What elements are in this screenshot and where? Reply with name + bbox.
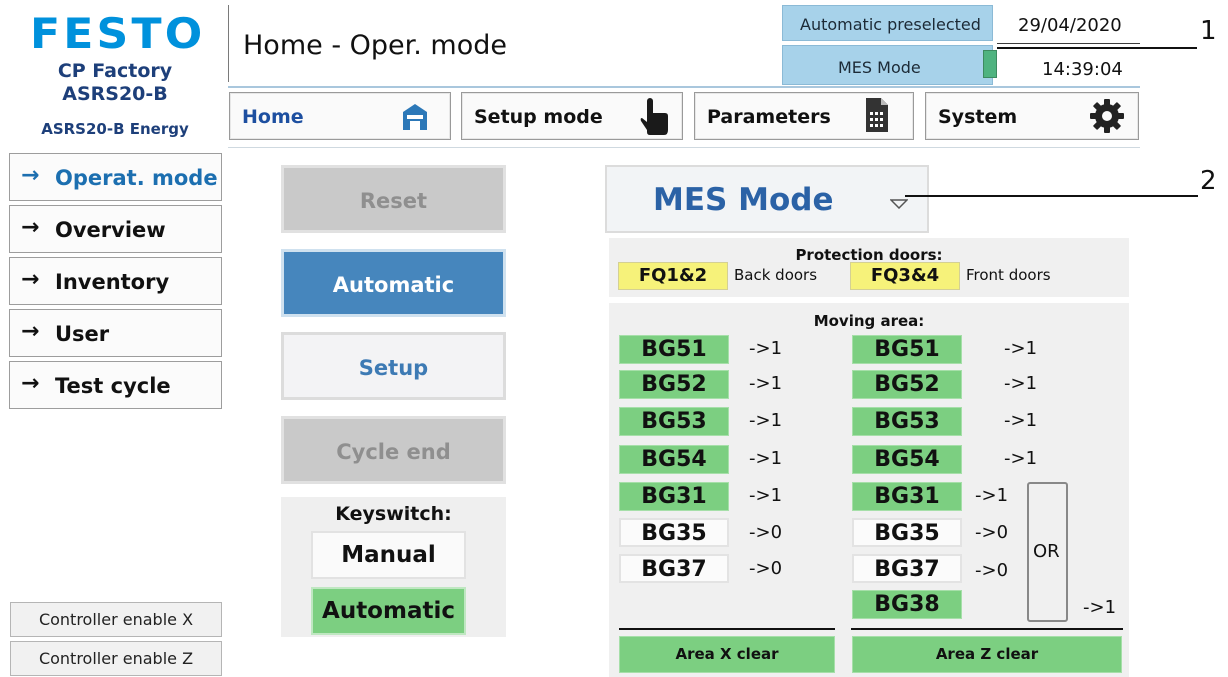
gear-icon [1090,99,1124,133]
nav-parameters-button[interactable]: Parameters [694,92,914,140]
sensor-z-bg54: BG54 [852,445,962,474]
sensor-x-bg53: BG53 [619,407,729,436]
sidebar-item-label: User [55,322,110,346]
station-line-1: CP Factory [57,60,173,82]
controller-enable-z-button[interactable]: Controller enable Z [10,641,222,676]
arrow-right-icon: → [21,319,40,344]
sidebar-item-label: Operat. mode [55,166,218,190]
reset-button[interactable]: Reset [281,165,506,233]
arrow-right-icon: → [21,371,40,396]
sensor-x-bg31: BG31 [619,482,729,511]
callout-number-1: 1 [1200,16,1217,46]
area-z-divider [851,628,1123,630]
door-fq34-indicator: FQ3&4 [850,262,960,290]
controller-enable-x-button[interactable]: Controller enable X [10,602,222,637]
nav-system-label: System [938,106,1018,128]
status-mes-mode: MES Mode [838,58,921,77]
callout-line-1 [997,47,1197,49]
door-fq12-indicator: FQ1&2 [618,262,728,290]
document-calculator-icon [866,98,888,132]
sensor-x-bg37-value: ->0 [749,558,783,579]
sidebar-item-test-cycle[interactable]: → Test cycle [9,361,222,409]
sensor-x-bg54-value: ->1 [749,448,783,469]
setup-button[interactable]: Setup [281,332,506,400]
sidebar-item-label: Inventory [55,270,170,294]
arrow-right-icon: → [21,215,40,240]
time-display: 14:39:04 [1042,59,1123,80]
sensor-x-bg35-value: ->0 [749,522,783,543]
or-label: OR [1033,541,1060,562]
keyswitch-title: Keyswitch: [335,503,452,525]
sensor-x-bg52: BG52 [619,370,729,399]
chevron-down-icon [890,199,908,209]
festo-logo: FESTO [30,9,206,58]
keyswitch-automatic: Automatic [311,587,466,635]
automatic-button[interactable]: Automatic [281,249,506,317]
nav-parameters-label: Parameters [707,106,831,128]
sensor-x-bg37: BG37 [619,554,729,583]
sensor-x-bg53-value: ->1 [749,410,783,431]
area-z-clear-indicator: Area Z clear [852,636,1122,673]
arrow-right-icon: → [21,163,40,188]
nav-setup-label: Setup mode [474,106,603,128]
back-doors-label: Back doors [734,266,818,284]
sidebar-item-label: Test cycle [55,374,171,398]
arrow-right-icon: → [21,267,40,292]
operation-mode-dropdown[interactable]: MES Mode [605,165,929,233]
sensor-z-bg31-value: ->1 [975,485,1009,506]
nav-home-label: Home [242,106,304,128]
area-x-divider [619,628,835,630]
sensor-x-bg51-value: ->1 [749,338,783,359]
header-separator [228,86,1140,88]
station-line-2: ASRS20-B [62,83,168,105]
sidebar-item-overview[interactable]: → Overview [9,205,222,253]
nav-home-button[interactable]: Home [229,92,451,140]
nav-separator [228,147,1140,148]
sensor-x-bg52-value: ->1 [749,373,783,394]
front-doors-label: Front doors [966,266,1051,284]
sensor-z-bg54-value: ->1 [1004,448,1038,469]
sidebar-item-operat-mode[interactable]: → Operat. mode [9,153,222,201]
nav-system-button[interactable]: System [925,92,1139,140]
or-group-value: ->1 [1083,597,1117,618]
cycle-end-button[interactable]: Cycle end [281,416,506,484]
sensor-x-bg51: BG51 [619,335,729,364]
sensor-x-bg31-value: ->1 [749,485,783,506]
dropdown-selected-value: MES Mode [653,182,834,218]
sensor-z-bg31: BG31 [852,482,962,511]
sensor-z-bg35-value: ->0 [975,522,1009,543]
page-title: Home - Oper. mode [243,30,508,61]
sensor-z-bg37-value: ->0 [975,560,1009,581]
sensor-z-bg51: BG51 [852,335,962,364]
station-line-3: ASRS20-B Energy [41,120,189,138]
mes-mode-indicator [983,50,997,78]
hand-pointer-icon [640,98,668,135]
sensor-z-bg38: BG38 [852,590,962,619]
sensor-z-bg52-value: ->1 [1004,373,1038,394]
keyswitch-manual: Manual [311,531,466,579]
area-x-clear-indicator: Area X clear [619,636,835,673]
home-icon [403,104,427,130]
callout-number-2: 2 [1200,166,1217,196]
moving-area-title: Moving area: [813,312,925,330]
sensor-z-bg51-value: ->1 [1004,338,1038,359]
sidebar-item-label: Overview [55,218,166,242]
sensor-z-bg52: BG52 [852,370,962,399]
sensor-z-bg53-value: ->1 [1004,410,1038,431]
sensor-x-bg54: BG54 [619,445,729,474]
sensor-x-bg35: BG35 [619,518,729,547]
date-divider [997,43,1140,44]
status-automatic-preselected: Automatic preselected [800,15,981,34]
nav-setup-mode-button[interactable]: Setup mode [461,92,683,140]
sensor-z-bg35: BG35 [852,518,962,547]
date-display: 29/04/2020 [1018,15,1122,36]
sidebar-item-inventory[interactable]: → Inventory [9,257,222,305]
callout-line-2 [905,195,1198,197]
sidebar-item-user[interactable]: → User [9,309,222,357]
sensor-z-bg53: BG53 [852,407,962,436]
header-divider [228,5,229,82]
sensor-z-bg37: BG37 [852,554,962,583]
